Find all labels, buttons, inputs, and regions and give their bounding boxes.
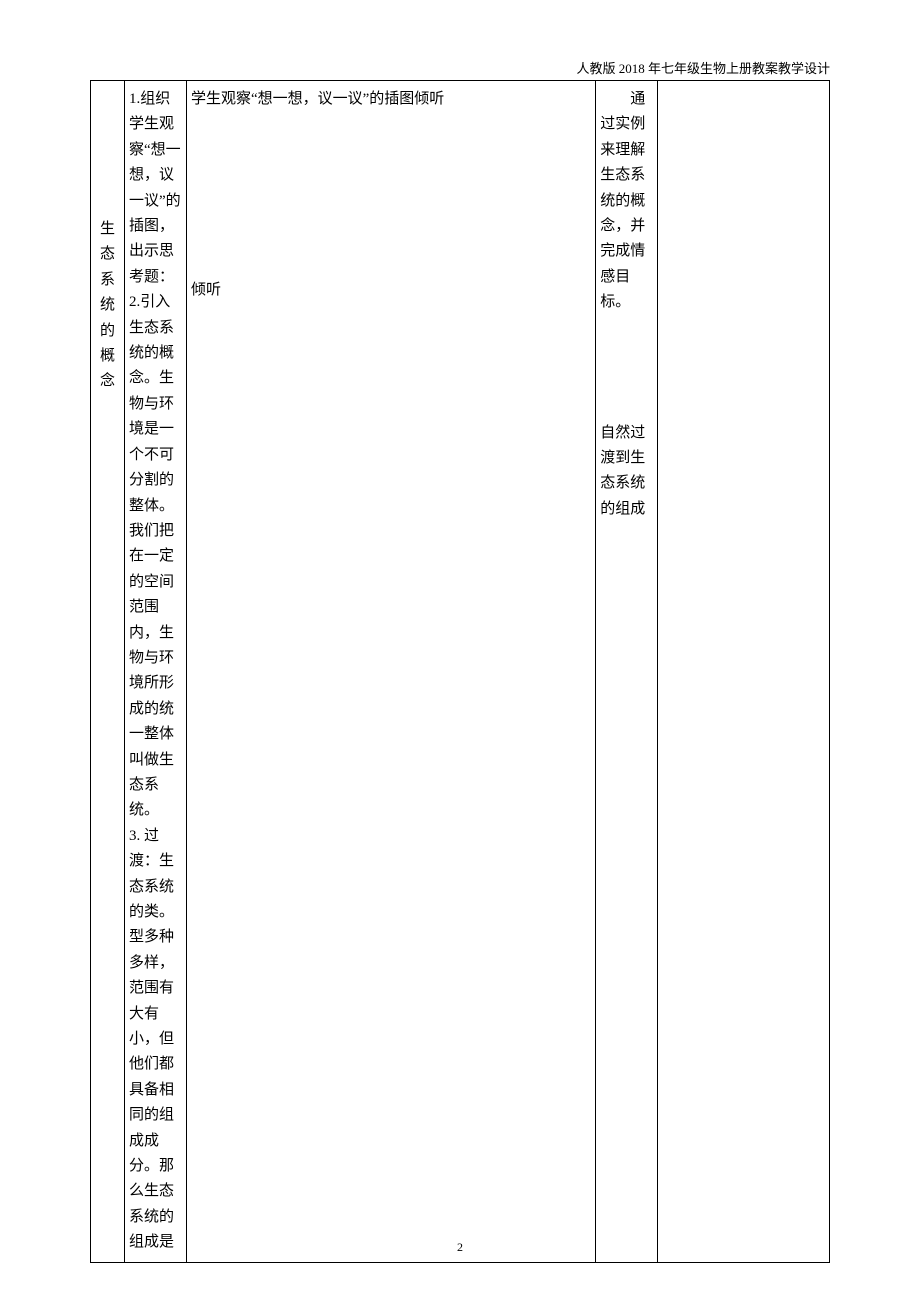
teacher-activity-text: 1.组织学生观察“想一想，议一议”的插图，出示思考题： 2.引入生态系统的概念。…	[129, 87, 182, 1256]
teacher-activity-cell: 1.组织学生观察“想一想，议一议”的插图，出示思考题： 2.引入生态系统的概念。…	[124, 81, 186, 1263]
student-activity-cell: 学生观察“想一想，议一议”的插图倾听 倾听	[186, 81, 595, 1263]
notes-cell	[658, 81, 830, 1263]
design-intent-cell: 通过实例来理解生态系统的概念，并完成情感目标。 自然过渡到生态系统的组成	[596, 81, 658, 1263]
section-title: 生态系统的概念	[95, 87, 120, 395]
design-intent-part1: 通过实例来理解生态系统的概念，并完成情感目标。	[600, 87, 653, 316]
design-intent-part2: 自然过渡到生态系统的组成	[600, 421, 653, 523]
lesson-plan-table: 生态系统的概念 1.组织学生观察“想一想，议一议”的插图，出示思考题： 2.引入…	[90, 80, 830, 1263]
page-header: 人教版 2018 年七年级生物上册教案教学设计	[576, 58, 830, 80]
section-title-cell: 生态系统的概念	[91, 81, 125, 1263]
student-activity-line1: 学生观察“想一想，议一议”的插图倾听	[191, 87, 591, 112]
student-activity-line2: 倾听	[191, 278, 591, 303]
page-number: 2	[0, 1237, 920, 1257]
